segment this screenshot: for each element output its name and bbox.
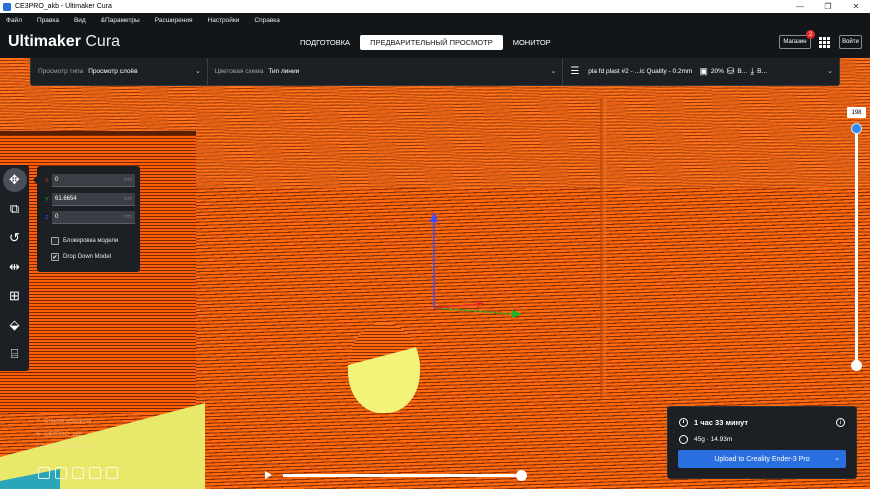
object-dimensions: 0.0 x 74.0 x 88.0 мм: [36, 444, 91, 450]
model-wall-edge: [0, 131, 196, 135]
view-toolbar: Просмотр типа Просмотр слоёв ⌄ Цветовая …: [30, 58, 840, 86]
move-gizmo[interactable]: [420, 208, 530, 318]
cylinder-icon: ⌸: [10, 345, 19, 361]
menu-bar: Файл Правка Вид &Параметры Расширения На…: [0, 13, 870, 27]
view-3d-icon[interactable]: [38, 467, 50, 479]
z-coordinate-input[interactable]: 0 mm: [52, 211, 135, 224]
scale-tool-button[interactable]: ⧉: [0, 194, 29, 223]
view-left-icon[interactable]: [89, 467, 101, 479]
y-coordinate-input[interactable]: 61.6654 mm: [52, 193, 135, 206]
signin-button[interactable]: Войти: [839, 35, 862, 49]
sliders-icon: ☰: [570, 66, 580, 77]
close-button[interactable]: ✕: [842, 0, 870, 13]
minimize-button[interactable]: —: [786, 0, 814, 13]
infill-icon: ▣: [699, 66, 708, 76]
upload-to-printer-button[interactable]: Upload to Creality Ender-3 Pro ⌄: [678, 450, 846, 468]
chevron-down-icon[interactable]: ⌄: [834, 454, 840, 462]
apps-grid-icon[interactable]: [819, 37, 830, 48]
color-scheme-select[interactable]: Цветовая схема Тип линии ⌄: [208, 58, 564, 85]
window-title: CE3PRO_akb - Ultimaker Cura: [15, 3, 112, 10]
object-list: ⌃ Список объектов ✎ CE3PRO_akb 0.0 x 74.…: [36, 418, 92, 456]
scale-icon: ⧉: [9, 200, 20, 216]
y-axis-arrow: [433, 307, 515, 315]
info-icon[interactable]: i: [836, 418, 845, 427]
chevron-down-icon: ⌄: [194, 68, 201, 75]
print-time-row: 1 час 33 минут: [679, 418, 748, 427]
material-row: 45g · 14.93m: [679, 435, 732, 444]
view-type-select[interactable]: Просмотр типа Просмотр слоёв ⌄: [31, 58, 208, 85]
menu-help[interactable]: Справка: [254, 17, 280, 24]
chevron-down-icon: ⌄: [827, 68, 833, 75]
camera-view-buttons: [38, 467, 123, 479]
model-hole: [348, 323, 420, 413]
support-blocker-button[interactable]: ⬙: [0, 310, 29, 339]
z-coordinate-row: Z 0 mm: [45, 211, 135, 224]
cura-app-icon: [3, 2, 11, 11]
menu-edit[interactable]: Правка: [37, 17, 59, 24]
layer-slider-lower-handle[interactable]: [851, 360, 862, 371]
rotate-icon: ↺: [9, 229, 20, 245]
cylinder-tool-button[interactable]: ⌸: [0, 339, 29, 368]
window-titlebar: CE3PRO_akb - Ultimaker Cura — ❐ ✕: [0, 0, 870, 13]
menu-file[interactable]: Файл: [6, 17, 22, 24]
x-coordinate-row: X 0 mm: [45, 174, 135, 187]
drop-down-model-checkbox[interactable]: ✔ Drop Down Model: [51, 253, 111, 261]
move-tool-button[interactable]: ✥: [0, 165, 29, 194]
print-settings-selector[interactable]: ☰ pla fd plast #2 - ...ic Quality - 0.2m…: [563, 58, 839, 85]
x-axis-arrow: [433, 303, 481, 309]
y-axis-head: [512, 310, 522, 318]
rotate-tool-button[interactable]: ↺: [0, 223, 29, 252]
view-right-icon[interactable]: [106, 467, 118, 479]
y-coordinate-row: Y 61.6654 mm: [45, 193, 135, 206]
checkmark-icon: ✔: [51, 253, 59, 261]
view-front-icon[interactable]: [55, 467, 67, 479]
spool-icon: [679, 435, 688, 444]
support-icon: ⛁: [726, 66, 735, 76]
y-axis-label: Y: [45, 196, 49, 203]
layer-slider-upper-handle[interactable]: [851, 123, 862, 134]
move-panel: X 0 mm Y 61.6654 mm Z 0 mm Блокировка модел…: [33, 166, 140, 272]
object-list-toggle[interactable]: ⌃ Список объектов: [36, 418, 92, 425]
chevron-down-icon: ⌄: [550, 68, 557, 75]
app-header: Ultimaker Cura ПОДГОТОВКА ПРЕДВАРИТЕЛЬНЫ…: [0, 27, 870, 58]
layer-number-input[interactable]: 198: [847, 107, 866, 118]
clock-icon: [679, 418, 688, 427]
brand-logo: Ultimaker Cura: [8, 33, 121, 50]
x-axis-head: [476, 300, 484, 307]
object-name[interactable]: ✎ CE3PRO_akb: [36, 431, 92, 438]
per-model-settings-icon: ⊞: [9, 287, 20, 303]
path-slider-handle[interactable]: [516, 470, 527, 481]
tab-monitor[interactable]: МОНИТОР: [503, 35, 561, 50]
x-coordinate-input[interactable]: 0 mm: [52, 174, 135, 187]
view-top-icon[interactable]: [72, 467, 84, 479]
menu-preferences[interactable]: Настройки: [208, 17, 240, 24]
stage-tabs: ПОДГОТОВКА ПРЕДВАРИТЕЛЬНЫЙ ПРОСМОТР МОНИ…: [290, 35, 561, 50]
path-slider-track[interactable]: [283, 474, 523, 477]
x-axis-label: X: [45, 177, 49, 184]
per-model-settings-button[interactable]: ⊞: [0, 281, 29, 310]
support-blocker-icon: ⬙: [9, 316, 20, 332]
move-icon: ✥: [2, 167, 27, 192]
menu-extensions[interactable]: Расширения: [155, 17, 193, 24]
mirror-icon: ⇹: [9, 258, 20, 274]
layer-slider-range: [855, 127, 858, 367]
maximize-button[interactable]: ❐: [814, 0, 842, 13]
mirror-tool-button[interactable]: ⇹: [0, 252, 29, 281]
marketplace-badge: 2: [806, 30, 815, 39]
menu-view[interactable]: Вид: [74, 17, 86, 24]
model-corner: [600, 98, 606, 398]
print-action-panel: 1 час 33 минут i 45g · 14.93m Upload to …: [667, 406, 857, 479]
adhesion-icon: ⤓: [750, 66, 755, 76]
z-axis-label: Z: [45, 214, 49, 221]
tool-sidebar: ✥ ⧉ ↺ ⇹ ⊞ ⬙ ⌸: [0, 165, 29, 371]
play-icon[interactable]: [265, 471, 272, 479]
lock-model-checkbox[interactable]: Блокировка модели: [51, 237, 118, 245]
tab-prepare[interactable]: ПОДГОТОВКА: [290, 35, 360, 50]
checkbox-empty-icon: [51, 237, 59, 245]
tab-preview[interactable]: ПРЕДВАРИТЕЛЬНЫЙ ПРОСМОТР: [360, 35, 503, 50]
z-axis-head: [430, 212, 438, 222]
menu-settings[interactable]: &Параметры: [101, 17, 140, 24]
